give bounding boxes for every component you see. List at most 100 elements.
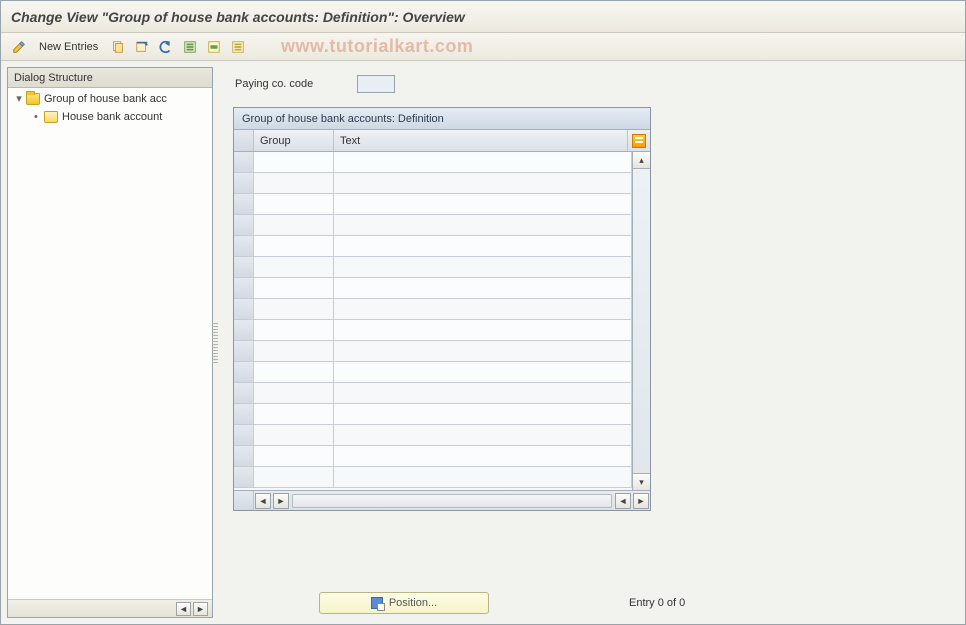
cell-group[interactable]	[254, 257, 334, 277]
position-button[interactable]: Position...	[319, 592, 489, 614]
tree-node-house-bank-accounts[interactable]: • House bank account	[8, 108, 212, 126]
grid-configure-button[interactable]	[628, 130, 650, 151]
dialog-structure-header: Dialog Structure	[8, 68, 212, 88]
row-header-cell[interactable]	[234, 215, 254, 235]
folder-closed-icon	[44, 111, 58, 123]
table-row[interactable]	[234, 173, 632, 194]
cell-group[interactable]	[254, 425, 334, 445]
cell-text[interactable]	[334, 173, 632, 193]
row-header-cell[interactable]	[234, 425, 254, 445]
cell-group[interactable]	[254, 173, 334, 193]
select-block-button[interactable]	[204, 37, 224, 57]
grid-scroll-right-button[interactable]: ►	[273, 493, 289, 509]
table-row[interactable]	[234, 320, 632, 341]
tree-collapse-icon[interactable]: ▾	[14, 94, 24, 104]
cell-group[interactable]	[254, 467, 334, 487]
splitter-handle[interactable]	[212, 323, 218, 363]
table-row[interactable]	[234, 236, 632, 257]
grid-hscroll-track[interactable]	[292, 494, 612, 508]
cell-group[interactable]	[254, 278, 334, 298]
table-row[interactable]	[234, 446, 632, 467]
row-header-cell[interactable]	[234, 257, 254, 277]
cell-text[interactable]	[334, 341, 632, 361]
row-header-cell[interactable]	[234, 362, 254, 382]
select-all-button[interactable]	[180, 37, 200, 57]
table-row[interactable]	[234, 152, 632, 173]
sidebar-scroll-right-button[interactable]: ►	[193, 602, 208, 616]
cell-text[interactable]	[334, 467, 632, 487]
table-row[interactable]	[234, 362, 632, 383]
table-row[interactable]	[234, 257, 632, 278]
column-header-text[interactable]: Text	[334, 130, 628, 151]
row-header-cell[interactable]	[234, 299, 254, 319]
sidebar-scroll-left-button[interactable]: ◄	[176, 602, 191, 616]
grid-scroll-left-button[interactable]: ◄	[255, 493, 271, 509]
cell-group[interactable]	[254, 341, 334, 361]
copy-as-button[interactable]	[108, 37, 128, 57]
copy-icon	[111, 40, 125, 54]
row-header-cell[interactable]	[234, 194, 254, 214]
table-row[interactable]	[234, 278, 632, 299]
cell-text[interactable]	[334, 257, 632, 277]
cell-text[interactable]	[334, 152, 632, 172]
cell-text[interactable]	[334, 425, 632, 445]
row-header-cell[interactable]	[234, 152, 254, 172]
delete-button[interactable]	[132, 37, 152, 57]
grid-horizontal-scrollbar[interactable]: ◄ ► ◄ ►	[254, 491, 650, 510]
bottom-bar: Position... Entry 0 of 0	[319, 590, 965, 616]
cell-group[interactable]	[254, 383, 334, 403]
row-header-cell[interactable]	[234, 446, 254, 466]
cell-group[interactable]	[254, 299, 334, 319]
row-header-cell[interactable]	[234, 404, 254, 424]
cell-text[interactable]	[334, 404, 632, 424]
table-row[interactable]	[234, 425, 632, 446]
row-header-cell[interactable]	[234, 383, 254, 403]
cell-text[interactable]	[334, 215, 632, 235]
cell-group[interactable]	[254, 215, 334, 235]
cell-group[interactable]	[254, 152, 334, 172]
cell-group[interactable]	[254, 194, 334, 214]
table-row[interactable]	[234, 383, 632, 404]
grid-scroll-down-button[interactable]: ▾	[633, 473, 650, 490]
cell-group[interactable]	[254, 446, 334, 466]
cell-text[interactable]	[334, 278, 632, 298]
grid-scroll-up-button[interactable]: ▴	[633, 152, 650, 169]
table-row[interactable]	[234, 341, 632, 362]
table-row[interactable]	[234, 404, 632, 425]
cell-text[interactable]	[334, 362, 632, 382]
cell-group[interactable]	[254, 362, 334, 382]
row-header-cell[interactable]	[234, 173, 254, 193]
table-settings-icon	[632, 134, 646, 148]
cell-text[interactable]	[334, 299, 632, 319]
table-row[interactable]	[234, 215, 632, 236]
tree-node-group-of-house-bank-accounts[interactable]: ▾ Group of house bank acc	[8, 90, 212, 108]
row-header-cell[interactable]	[234, 341, 254, 361]
position-label: Position...	[389, 597, 437, 609]
row-header-cell[interactable]	[234, 278, 254, 298]
cell-text[interactable]	[334, 383, 632, 403]
new-entries-button[interactable]: New Entries	[33, 37, 104, 57]
row-header-cell[interactable]	[234, 320, 254, 340]
column-header-group[interactable]: Group	[254, 130, 334, 151]
cell-text[interactable]	[334, 320, 632, 340]
cell-group[interactable]	[254, 320, 334, 340]
grid-scroll-left-end-button[interactable]: ◄	[615, 493, 631, 509]
grid-vertical-scrollbar[interactable]: ▴ ▾	[632, 152, 650, 490]
cell-text[interactable]	[334, 236, 632, 256]
undo-button[interactable]	[156, 37, 176, 57]
table-row[interactable]	[234, 194, 632, 215]
grid-scroll-right-end-button[interactable]: ►	[633, 493, 649, 509]
cell-group[interactable]	[254, 236, 334, 256]
cell-group[interactable]	[254, 404, 334, 424]
row-header-cell[interactable]	[234, 467, 254, 487]
table-row[interactable]	[234, 467, 632, 488]
cell-text[interactable]	[334, 446, 632, 466]
grid-column-header-row: Group Text	[234, 130, 650, 152]
deselect-all-button[interactable]	[228, 37, 248, 57]
grid-vscroll-track[interactable]	[633, 169, 650, 473]
table-row[interactable]	[234, 299, 632, 320]
toggle-display-change-button[interactable]	[9, 37, 29, 57]
position-icon	[371, 597, 383, 609]
row-header-cell[interactable]	[234, 236, 254, 256]
cell-text[interactable]	[334, 194, 632, 214]
